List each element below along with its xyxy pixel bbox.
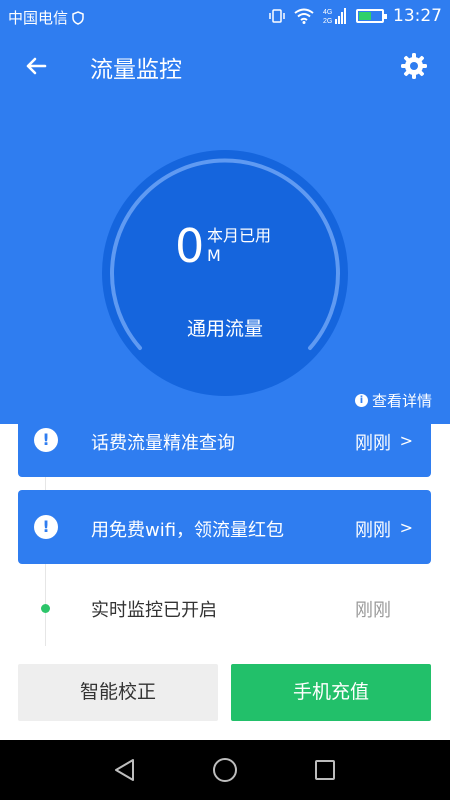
app-bar: 流量监控: [0, 32, 450, 100]
card-title: 用免费wifi，领流量红包: [91, 520, 285, 541]
card-time: 刚刚: [355, 433, 391, 454]
arrow-left-icon: [26, 57, 47, 75]
alert-icon: !: [34, 515, 58, 539]
card-title: 话费流量精准查询: [91, 433, 235, 454]
page-title: 流量监控: [90, 57, 182, 83]
card-precise-query[interactable]: ! 话费流量精准查询 刚刚 >: [18, 424, 431, 477]
nav-home-button[interactable]: [211, 756, 239, 784]
monitor-status-row: 实时监控已开启 刚刚: [18, 585, 431, 631]
settings-button[interactable]: [398, 50, 430, 82]
gear-icon: [401, 53, 427, 79]
status-dot-icon: [41, 604, 50, 613]
gauge-caption: 通用流量: [186, 318, 263, 340]
cellular-signal-icon: 4G 2G: [323, 8, 346, 25]
monitor-status-text: 实时监控已开启: [91, 600, 217, 621]
nav-recents-button[interactable]: [311, 756, 339, 784]
carrier-name: 中国电信: [8, 9, 69, 27]
circle-home-icon: [213, 758, 237, 782]
navigation-bar: [0, 740, 450, 800]
battery-level: [359, 12, 371, 20]
network-badge-2: 2G: [323, 18, 332, 25]
back-button[interactable]: [20, 50, 52, 82]
alert-icon: !: [34, 428, 58, 452]
shield-icon: [72, 10, 84, 25]
smart-calibrate-button[interactable]: 智能校正: [18, 664, 218, 721]
status-icons: 4G 2G 13:27: [269, 6, 442, 26]
chevron-right-icon: >: [399, 431, 413, 450]
clock: 13:27: [393, 6, 442, 26]
usage-gauge[interactable]: [100, 148, 350, 398]
monitor-status-time: 刚刚: [355, 600, 391, 621]
triangle-back-icon: [115, 759, 134, 781]
status-bar: 中国电信 4G 2G 13:27: [0, 0, 450, 32]
usage-unit: M: [207, 246, 221, 265]
card-time: 刚刚: [355, 520, 391, 541]
usage-value: 0: [175, 219, 205, 273]
vibrate-icon: [269, 9, 285, 23]
view-details-label: 查看详情: [371, 392, 432, 410]
view-details-link[interactable]: i 查看详情: [354, 390, 432, 411]
chevron-right-icon: >: [399, 518, 413, 537]
info-icon: i: [354, 394, 368, 407]
gauge-ring: [102, 150, 348, 396]
usage-label: 本月已用: [207, 226, 272, 245]
header: 流量监控 0 本月已用 M 通用流量 i 查看详情: [0, 32, 450, 424]
network-badge-1: 4G: [323, 9, 332, 16]
carrier-group: 中国电信: [8, 7, 84, 28]
battery-icon: [356, 9, 387, 23]
card-free-wifi[interactable]: ! 用免费wifi，领流量红包 刚刚 >: [18, 490, 431, 564]
nav-back-button[interactable]: [111, 756, 139, 784]
phone-recharge-button[interactable]: 手机充值: [231, 664, 431, 721]
square-recents-icon: [315, 760, 335, 780]
wifi-icon: [294, 8, 314, 24]
